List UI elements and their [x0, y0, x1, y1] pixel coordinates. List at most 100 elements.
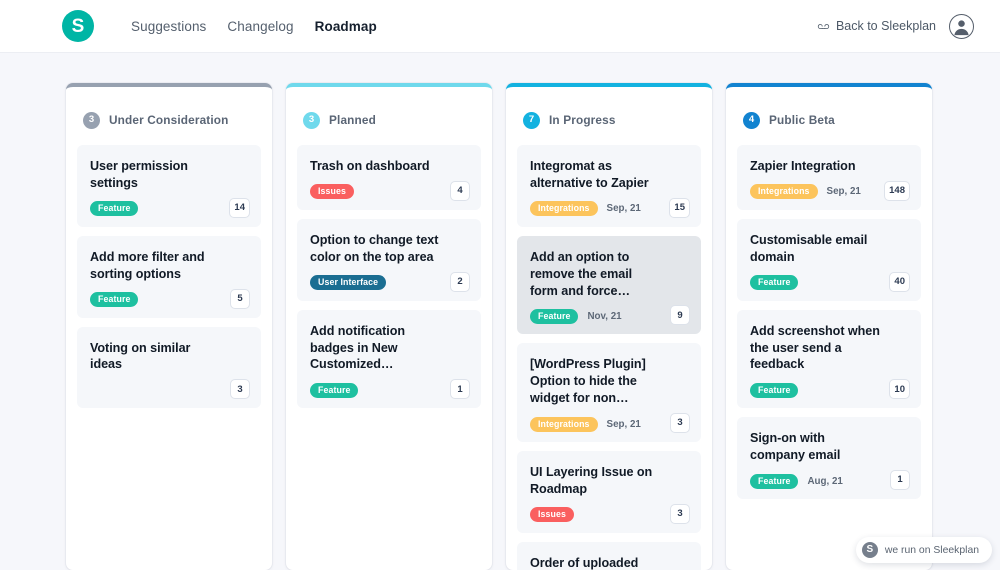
card-meta: Issues	[310, 184, 468, 200]
roadmap-card[interactable]: Zapier Integration Integrations Sep, 21 148	[737, 145, 921, 210]
roadmap-card[interactable]: Add screenshot when the user send a feed…	[737, 309, 921, 409]
column-count-badge: 4	[743, 111, 760, 129]
card-tag-badge[interactable]: Feature	[310, 382, 359, 398]
card-meta: Feature	[90, 292, 248, 308]
roadmap-card[interactable]: Integromat as alternative to Zapier Integ…	[517, 145, 701, 227]
board-column-planned: 3 Planned Trash on dashboard Issues 4 Option …	[286, 83, 492, 570]
card-meta: Feature Nov, 21	[530, 308, 688, 324]
roadmap-card[interactable]: Add notification badges in New Customize…	[297, 309, 481, 409]
roadmap-card[interactable]: Add more filter and sorting options Featu…	[77, 235, 261, 318]
card-title: Add notification badges in New Customize…	[310, 323, 406, 372]
roadmap-card[interactable]: [WordPress Plugin] Option to hide the wi…	[517, 343, 701, 442]
roadmap-card[interactable]: Order of uploaded imagesFeature2	[517, 541, 701, 570]
card-meta: Feature	[310, 382, 468, 398]
powered-by-sleekplan-widget[interactable]: S we run on Sleekplan	[855, 537, 992, 563]
card-meta: Feature	[750, 382, 908, 398]
column-count-badge: 3	[303, 111, 320, 129]
column-header: 3 Under Consideration	[77, 100, 261, 136]
powered-by-label: we run on Sleekplan	[884, 544, 979, 556]
card-vote-count[interactable]: 1	[890, 470, 910, 490]
card-title: [WordPress Plugin] Option to hide the wi…	[530, 357, 646, 406]
nav-link-changelog[interactable]: Changelog	[227, 19, 293, 34]
link-chain-icon	[817, 23, 830, 29]
nav-link-suggestions[interactable]: Suggestions	[131, 19, 206, 34]
column-header: 3 Planned	[297, 100, 481, 136]
card-vote-count[interactable]: 14	[229, 197, 250, 218]
card-vote-count[interactable]: 4	[450, 180, 470, 201]
roadmap-card[interactable]: Sign-on with company email Feature Aug, 21…	[737, 417, 921, 499]
card-date: Sep, 21	[826, 186, 861, 198]
card-date: Sep, 21	[606, 418, 641, 430]
column-card-list: User permission settings Feature 14 Add mor…	[77, 145, 261, 409]
board-column-under-consideration: 3 Under Consideration User permission sett…	[66, 83, 272, 570]
card-date: Nov, 21	[587, 310, 622, 322]
card-vote-count[interactable]: 148	[884, 180, 910, 201]
card-tag-badge[interactable]: Feature	[750, 275, 799, 291]
logo-letter: S	[71, 15, 85, 37]
powered-logo-icon: S	[861, 542, 878, 558]
card-vote-count[interactable]: 1	[450, 379, 470, 400]
card-meta: Issues	[530, 507, 688, 523]
column-card-list: Trash on dashboard Issues 4 Option to chang…	[297, 145, 481, 409]
card-title: UI Layering Issue on Roadmap	[530, 465, 653, 496]
column-header: 7 In Progress	[517, 100, 701, 136]
main-nav: Suggestions Changelog Roadmap	[131, 19, 377, 34]
nav-link-roadmap[interactable]: Roadmap	[315, 19, 377, 34]
card-tag-badge[interactable]: Feature	[750, 473, 799, 489]
board-column-public-beta: 4 Public Beta Zapier Integration Integratio…	[726, 83, 932, 570]
user-avatar-icon[interactable]	[949, 13, 974, 39]
card-tag-badge[interactable]: Feature	[750, 382, 799, 398]
card-tag-badge[interactable]: Integrations	[750, 184, 818, 200]
card-tag-badge[interactable]: Feature	[90, 292, 139, 307]
roadmap-card[interactable]: Customisable email domain Feature 40	[737, 218, 921, 301]
card-title: Integromat as alternative to Zapier	[530, 159, 649, 190]
card-tag-badge[interactable]: User Interface	[310, 275, 387, 291]
card-date: Aug, 21	[807, 475, 843, 487]
column-title: Under Consideration	[109, 113, 229, 127]
card-vote-count[interactable]: 5	[230, 288, 250, 309]
back-to-sleekplan-label: Back to Sleekplan	[835, 19, 936, 33]
top-bar-right-group: Back to Sleekplan	[817, 13, 974, 39]
roadmap-board: 3 Under Consideration User permission sett…	[0, 53, 1000, 570]
roadmap-card[interactable]: Voting on similar ideas 3	[77, 326, 261, 409]
board-column-in-progress: 7 In Progress Integromat as alternative to…	[506, 83, 712, 570]
card-tag-badge[interactable]: Integrations	[530, 416, 598, 432]
card-vote-count[interactable]: 3	[670, 413, 690, 433]
column-card-list: Zapier Integration Integrations Sep, 21 148…	[737, 145, 921, 499]
column-card-list: Integromat as alternative to Zapier Integ…	[517, 145, 701, 570]
roadmap-card[interactable]: Option to change text color on the top a…	[297, 218, 481, 301]
card-meta: Feature Aug, 21	[750, 473, 908, 489]
back-to-sleekplan-link[interactable]: Back to Sleekplan	[817, 19, 936, 33]
card-tag-badge[interactable]: Issues	[530, 507, 574, 523]
card-vote-count[interactable]: 40	[889, 271, 910, 292]
card-vote-count[interactable]: 2	[450, 271, 470, 292]
column-count-badge: 7	[523, 111, 540, 129]
card-tag-badge[interactable]: Integrations	[530, 201, 598, 217]
card-vote-count[interactable]: 9	[670, 305, 690, 326]
roadmap-card[interactable]: UI Layering Issue on Roadmap Issues 3	[517, 451, 701, 533]
card-title: Sign-on with company email	[750, 431, 841, 463]
card-vote-count[interactable]: 15	[669, 197, 690, 218]
card-title: Voting on similar ideas	[90, 340, 191, 372]
card-meta: Integrations Sep, 21	[530, 416, 688, 432]
card-title: Add an option to remove the email form a…	[530, 249, 633, 298]
card-tag-badge[interactable]: Feature	[530, 308, 579, 324]
top-navigation-bar: S Suggestions Changelog Roadmap Back to …	[0, 0, 1000, 53]
column-title: Public Beta	[769, 113, 835, 127]
column-count-badge: 3	[83, 111, 100, 129]
card-meta	[90, 382, 248, 398]
card-meta: Feature	[750, 275, 908, 291]
column-header: 4 Public Beta	[737, 100, 921, 136]
card-title: Customisable email domain	[750, 232, 868, 264]
card-vote-count[interactable]: 3	[670, 503, 690, 524]
sleekplan-logo-icon[interactable]: S	[62, 10, 94, 42]
roadmap-card[interactable]: User permission settings Feature 14	[77, 145, 261, 227]
roadmap-card[interactable]: Trash on dashboard Issues 4	[297, 145, 481, 210]
roadmap-card[interactable]: Add an option to remove the email form a…	[517, 235, 701, 335]
column-title: In Progress	[549, 113, 616, 127]
card-tag-badge[interactable]: Feature	[90, 201, 139, 217]
card-tag-badge[interactable]: Issues	[310, 184, 354, 200]
card-vote-count[interactable]: 10	[889, 379, 910, 400]
powered-logo-letter: S	[866, 544, 874, 555]
card-vote-count[interactable]: 3	[230, 379, 250, 400]
